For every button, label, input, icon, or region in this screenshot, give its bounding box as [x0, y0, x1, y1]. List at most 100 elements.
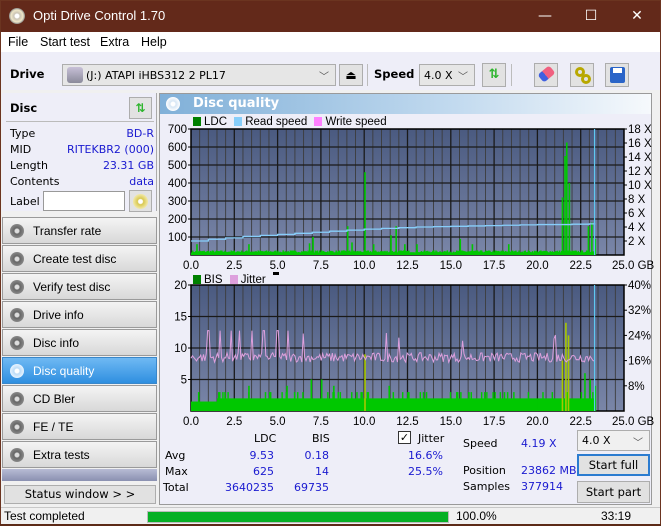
y-left-tick-label: 700	[168, 124, 187, 136]
bar-spike	[591, 222, 593, 255]
bar-spike	[372, 244, 375, 255]
bar-spike	[416, 244, 418, 255]
bar-spike	[404, 244, 406, 255]
bar-spike	[333, 385, 335, 411]
bar-spike	[364, 354, 366, 411]
test-speed-value: 4.0 X	[582, 434, 611, 447]
bar-spike	[565, 142, 568, 255]
x-tick-label: 2.5	[226, 260, 242, 272]
bar-spike	[310, 379, 313, 411]
bis-jitter-chart: 5 10 15 20 8% 16% 24% 32% 40% 0.0 2.5 5.0 7.5 10.0 12.…	[174, 280, 654, 428]
y-left-tick-label: 100	[168, 232, 187, 244]
bar-spike	[196, 244, 198, 255]
x-tick-label: 10.0	[353, 416, 375, 428]
bar-spike	[286, 385, 288, 411]
start-part-button[interactable]: Start part	[577, 481, 650, 503]
bar-spike	[197, 392, 200, 411]
bar-spike	[388, 385, 391, 411]
bar-spike	[565, 322, 567, 411]
y-right-tick-label: 12 X	[628, 166, 652, 178]
avg-bis: 0.18	[304, 449, 330, 462]
bar-spike	[390, 235, 392, 255]
bar-spike	[561, 360, 564, 411]
y-left-tick-label: 600	[168, 142, 187, 154]
x-tick-label: 22.5	[570, 260, 592, 272]
stats-area: LDC BIS ✓ Jitter Avg 9.53 0.18 16.6% Max…	[160, 430, 651, 506]
col-ldc-header: LDC	[254, 432, 277, 445]
bar-spike	[248, 385, 250, 411]
y-left-tick-label: 10	[174, 343, 187, 355]
bar-spike	[308, 243, 311, 255]
disc-quality-panel: Disc quality LDC Read speed Write speed …	[159, 93, 655, 506]
row-total-label: Total	[163, 481, 189, 494]
test-speed-select[interactable]: 4.0 X ﹀	[577, 430, 650, 451]
x-tick-label: 0.0	[183, 260, 199, 272]
y-right-tick-label: 6 X	[628, 208, 646, 220]
y-left-tick-label: 400	[168, 178, 187, 190]
y-right-tick-label: 18 X	[628, 124, 652, 136]
x-tick-label: 0.0	[183, 416, 199, 428]
speed-value: 4.19 X	[521, 437, 557, 450]
samples-label: Samples	[463, 480, 510, 493]
y-right-tick-label: 2 X	[628, 236, 646, 248]
y-left-tick-label: 15	[174, 312, 187, 324]
bar-spike	[459, 238, 462, 255]
position-value: 23862 MB	[521, 464, 577, 477]
x-tick-label: 15.0	[440, 416, 462, 428]
bar-spike	[567, 335, 570, 411]
bar-spike	[395, 226, 397, 255]
bar-spike	[468, 392, 470, 411]
bar-spike	[584, 373, 586, 411]
x-tick-label: 12.5	[396, 260, 418, 272]
y-right-tick-label: 14 X	[628, 152, 652, 164]
x-tick-label: 20.0	[526, 260, 548, 272]
max-jitter: 25.5%	[408, 465, 443, 478]
elapsed-time: 33:19	[601, 509, 632, 523]
y-right-tick-label: 32%	[628, 305, 651, 317]
x-tick-label: 5.0	[270, 260, 286, 272]
y-right-tick-label: 8%	[628, 381, 645, 393]
bar-spike	[248, 244, 250, 255]
speed-label: Speed	[463, 437, 498, 450]
y-right-tick-label: 10 X	[628, 180, 652, 192]
x-tick-label: 17.5	[483, 260, 505, 272]
x-tick-label: 20.0	[526, 416, 548, 428]
row-max-label: Max	[165, 465, 188, 478]
start-full-button[interactable]: Start full	[577, 454, 650, 476]
ldc-chart: 100 200 300 400 500 600 700 2 X 4 X 6 X 8 X 10 X 12 …	[168, 124, 655, 272]
bar-spike	[312, 237, 314, 255]
x-tick-label: 25.0 GB	[612, 416, 655, 428]
total-ldc: 3640235	[225, 481, 274, 494]
jitter-checkbox[interactable]: ✓	[398, 431, 411, 444]
y-right-tick-label: 24%	[628, 330, 651, 342]
bar-spike	[561, 197, 564, 255]
status-text: Test completed	[4, 509, 85, 523]
position-label: Position	[463, 464, 506, 477]
progress-fill	[148, 512, 448, 522]
total-bis: 69735	[294, 481, 329, 494]
progress-text: 100.0%	[456, 509, 497, 523]
bar-spike	[351, 242, 353, 255]
progress-bar	[147, 511, 449, 523]
bar-spike	[320, 379, 323, 411]
x-tick-label: 7.5	[313, 416, 329, 428]
avg-jitter: 16.6%	[408, 449, 443, 462]
bar-spike	[507, 244, 510, 255]
bar-spike	[471, 244, 474, 255]
col-bis-header: BIS	[312, 432, 330, 445]
bar-spike	[587, 226, 590, 255]
y-right-tick-label: 40%	[628, 280, 651, 292]
y-left-tick-label: 5	[181, 375, 187, 387]
y-left-tick-label: 500	[168, 160, 187, 172]
y-right-tick-label: 8 X	[628, 194, 646, 206]
bar-spike	[564, 156, 566, 255]
x-tick-label: 5.0	[270, 416, 286, 428]
y-left-tick-label: 20	[174, 280, 187, 292]
row-avg-label: Avg	[165, 449, 186, 462]
status-bar: Test completed 100.0% 33:19	[1, 507, 660, 524]
y-right-tick-label: 16 X	[628, 138, 652, 150]
max-ldc: 625	[253, 465, 274, 478]
max-bis: 14	[315, 465, 329, 478]
x-tick-label: 2.5	[226, 416, 242, 428]
bar-spike	[568, 183, 571, 255]
